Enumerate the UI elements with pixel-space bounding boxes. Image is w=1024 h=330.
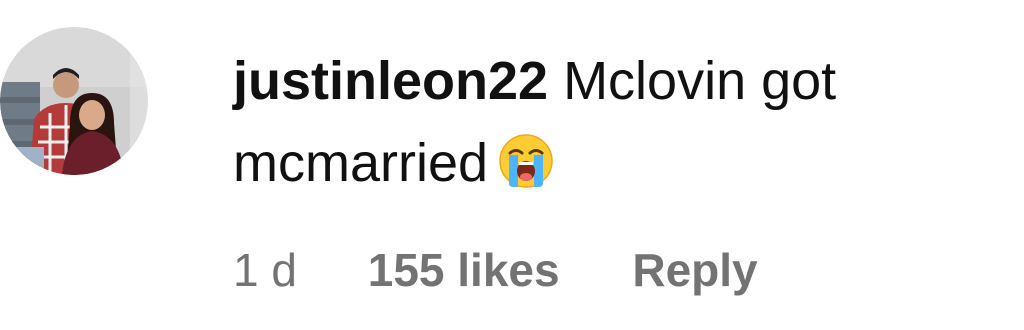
comment-text-block: justinleon22 Mclovin got mcmarried — [233, 40, 1013, 212]
comment-time[interactable]: 1 d — [233, 240, 297, 300]
avatar[interactable] — [0, 27, 148, 175]
comment-meta: 1 d 155 likes Reply — [233, 240, 758, 300]
avatar-photo — [0, 27, 148, 175]
likes-count-button[interactable]: 155 likes — [368, 240, 560, 300]
loudly-crying-face-emoji-icon — [498, 130, 554, 212]
username-link[interactable]: justinleon22 — [233, 51, 548, 111]
comment-body: justinleon22 Mclovin got mcmarried — [233, 40, 1013, 212]
reply-button[interactable]: Reply — [632, 240, 757, 300]
comment: justinleon22 Mclovin got mcmarried 1 d 1… — [0, 0, 1024, 330]
